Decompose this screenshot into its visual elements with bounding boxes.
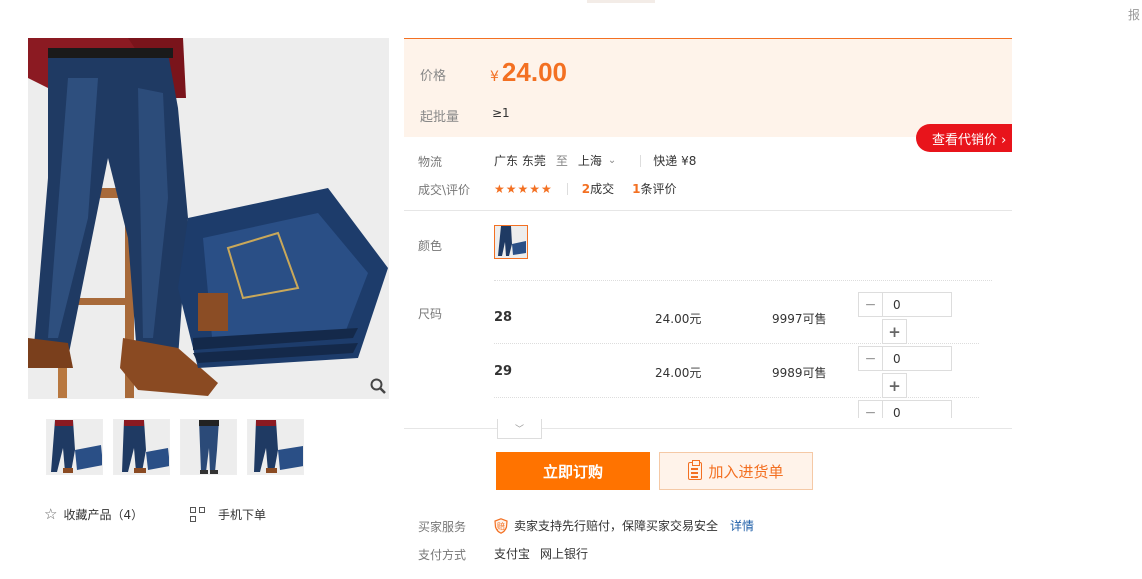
quantity-input[interactable] (882, 400, 952, 418)
size-list: 28 24.00元 9997可售 − + 29 24.00元 9989可售 − … (494, 290, 979, 418)
moq-value: ≥1 (492, 106, 510, 120)
deals-reviews-label: 成交\评价 (418, 183, 471, 197)
price-box: 价格 ¥24.00 起批量 ≥1 查看代销价 › (404, 38, 1012, 152)
reviews-count: 1 (632, 182, 641, 196)
currency-symbol: ¥ (490, 69, 499, 85)
size-price: 24.00元 (655, 312, 702, 326)
favorite-label: 收藏产品（4） (63, 508, 144, 522)
thumbnail-2[interactable] (113, 419, 170, 475)
rating-stars-icon: ★★★★★ (494, 181, 553, 196)
divider (566, 182, 568, 195)
size-row: 29 24.00元 9989可售 − + (494, 344, 979, 398)
ship-to-select[interactable]: 上海 (578, 152, 602, 169)
size-stock: 9997可售 (772, 312, 827, 326)
mobile-order-button[interactable]: 手机下单 (190, 506, 266, 523)
zoom-icon[interactable] (369, 377, 387, 395)
quantity-stepper: − + (858, 292, 952, 344)
ship-from: 广东 东莞 (494, 154, 546, 168)
reviews-word: 条评价 (640, 182, 677, 196)
quantity-stepper: − (858, 400, 952, 418)
color-swatch-selected[interactable] (494, 225, 528, 259)
quantity-input[interactable] (882, 292, 952, 317)
star-outline-icon: ☆ (44, 505, 58, 523)
size-row: − (494, 398, 979, 418)
size-row: 28 24.00元 9997可售 − + (494, 290, 979, 344)
deals-word: 成交 (590, 182, 615, 196)
payment-method-online-banking: 网上银行 (540, 547, 589, 561)
logistics-row: 广东 东莞 至 上海 ⌄ 快递 ¥8 (494, 152, 696, 169)
thumbnail-1[interactable] (46, 419, 103, 475)
add-to-purchase-list-label: 加入进货单 (708, 462, 784, 481)
decrease-button[interactable]: − (858, 346, 883, 371)
divider (640, 154, 642, 167)
decrease-button[interactable]: − (858, 400, 883, 418)
logistics-label: 物流 (418, 155, 443, 169)
increase-button[interactable]: + (882, 373, 907, 398)
size-name: 29 (494, 364, 513, 379)
section-divider (404, 428, 1012, 429)
thumbnail-4[interactable] (247, 419, 304, 475)
view-agent-price-button[interactable]: 查看代销价 › (916, 124, 1012, 152)
quantity-input[interactable] (882, 346, 952, 371)
reviews-link[interactable]: 1条评价 (632, 180, 676, 197)
buyer-service-row: 赔 卖家支持先行赔付，保障买家交易安全 详情 (494, 517, 754, 534)
size-label: 尺码 (418, 307, 443, 321)
main-product-image[interactable] (28, 38, 389, 399)
payment-method-alipay: 支付宝 (494, 547, 531, 561)
report-link[interactable]: 报 (1128, 6, 1140, 23)
size-price: 24.00元 (655, 366, 702, 380)
top-tab-fragment (587, 0, 655, 3)
thumbnail-3[interactable] (180, 419, 237, 475)
chevron-down-icon: ﹀ (514, 425, 524, 435)
shield-icon: 赔 (494, 517, 508, 534)
deals-link[interactable]: 2成交 (582, 180, 614, 197)
thumbnail-strip (46, 419, 304, 475)
buyer-service-text: 卖家支持先行赔付，保障买家交易安全 (514, 519, 719, 533)
svg-text:赔: 赔 (497, 521, 505, 531)
to-word: 至 (555, 154, 568, 168)
buyer-service-label: 买家服务 (418, 520, 467, 534)
top-cutoff-strip (0, 0, 1142, 6)
express-fee: 快递 ¥8 (653, 154, 697, 168)
moq-label: 起批量 (420, 110, 460, 125)
add-to-purchase-list-button[interactable]: 加入进货单 (659, 452, 813, 490)
deals-count: 2 (581, 182, 591, 196)
size-stock: 9989可售 (772, 366, 827, 380)
price-value: ¥24.00 (490, 57, 567, 88)
section-divider (404, 210, 1012, 211)
payment-label: 支付方式 (418, 548, 467, 562)
chevron-down-icon[interactable]: ⌄ (608, 155, 616, 166)
qr-code-icon (190, 506, 206, 523)
price-label: 价格 (420, 69, 447, 84)
increase-button[interactable]: + (882, 319, 907, 344)
payment-methods: 支付宝 网上银行 (494, 545, 588, 562)
size-name: 28 (494, 310, 513, 325)
color-label: 颜色 (418, 239, 443, 253)
clipboard-icon (688, 460, 703, 480)
rating-row: ★★★★★ 2成交 1条评价 (494, 180, 677, 197)
quantity-stepper: − + (858, 346, 952, 398)
price-amount: 24.00 (501, 57, 567, 87)
favorite-product-button[interactable]: ☆ 收藏产品（4） (44, 506, 143, 523)
service-details-link[interactable]: 详情 (730, 517, 754, 534)
mobile-order-label: 手机下单 (218, 508, 267, 522)
dotted-divider (494, 280, 992, 281)
expand-sizes-button[interactable]: ﹀ (497, 419, 542, 439)
buy-now-button[interactable]: 立即订购 (496, 452, 650, 490)
decrease-button[interactable]: − (858, 292, 883, 317)
